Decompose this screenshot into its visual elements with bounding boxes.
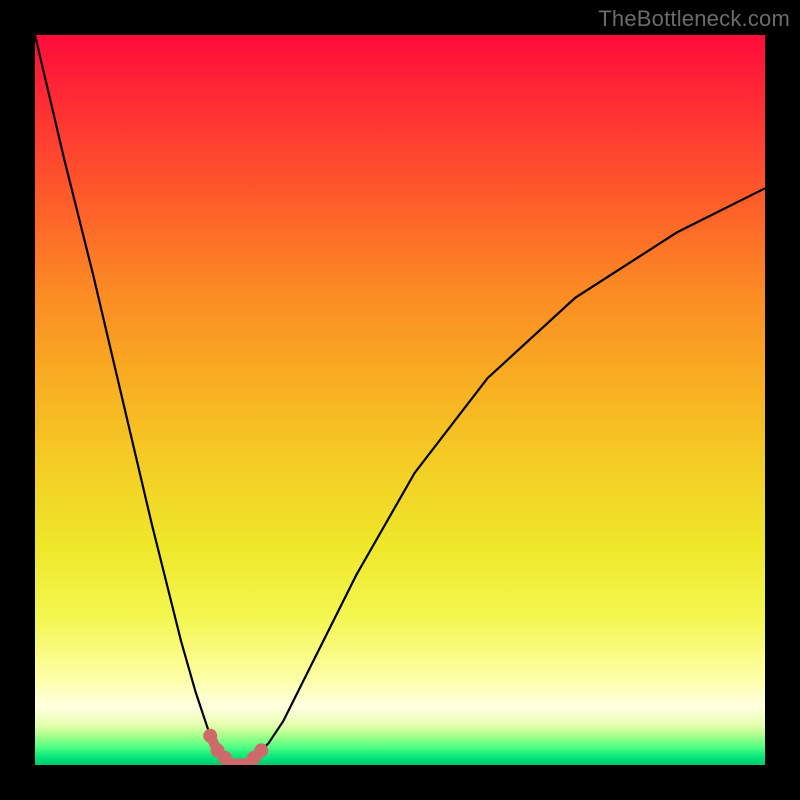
plot-area (35, 35, 765, 765)
chart-frame: TheBottleneck.com (0, 0, 800, 800)
watermark-text: TheBottleneck.com (598, 6, 790, 32)
bottleneck-curve (35, 35, 765, 765)
curve-svg (35, 35, 765, 765)
minimum-highlight (203, 729, 268, 765)
marker-dot (203, 729, 217, 743)
marker-dot (254, 743, 268, 757)
